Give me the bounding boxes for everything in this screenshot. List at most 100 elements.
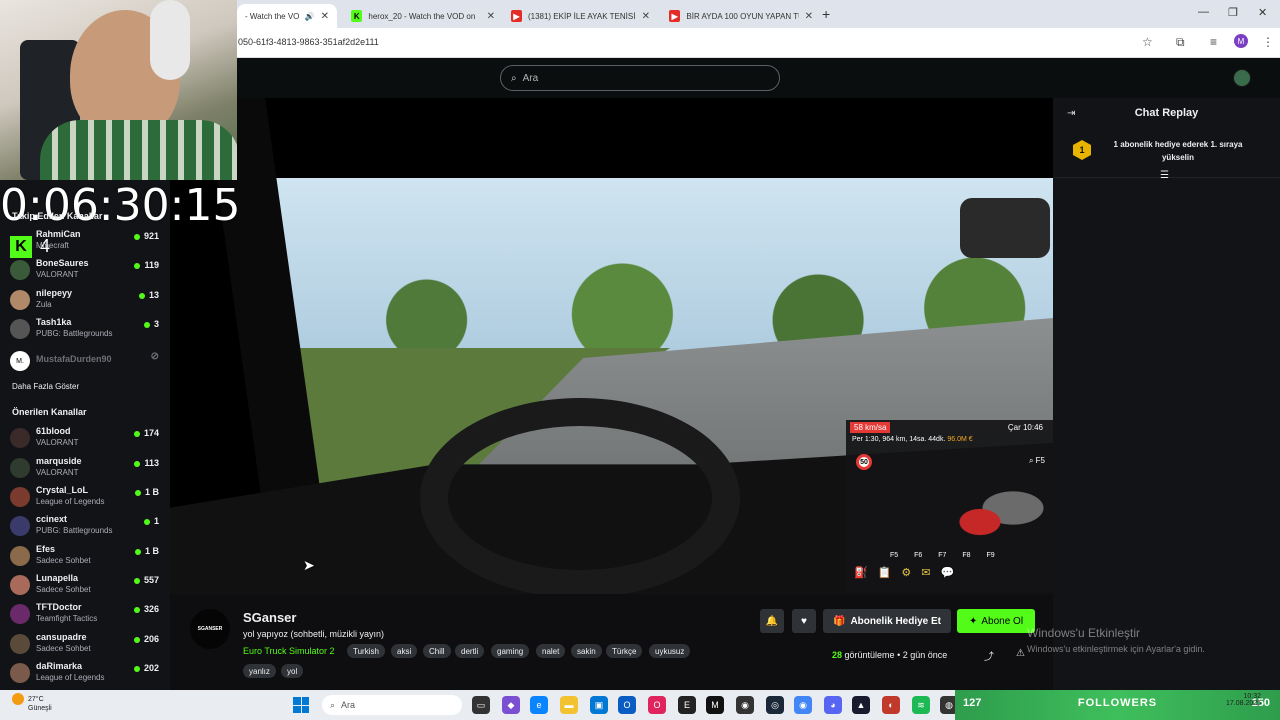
- bookmark-star-icon[interactable]: ☆: [1142, 35, 1153, 49]
- weather-widget[interactable]: 27°C Güneşli: [12, 693, 52, 712]
- more-menu-icon[interactable]: ⋮: [1262, 35, 1274, 49]
- channel-avatar: [10, 516, 30, 536]
- viewer-count: 326: [134, 604, 159, 614]
- opera-icon[interactable]: O: [648, 696, 666, 714]
- sidebar-channel-61blood[interactable]: 61blood VALORANT 174: [10, 426, 165, 454]
- notification-bell-button[interactable]: 🔔: [760, 609, 784, 633]
- browser-tab-herox[interactable]: K herox_20 - Watch the VOD on ✕: [343, 4, 503, 28]
- streamer-avatar[interactable]: SGANSER: [190, 609, 230, 649]
- streamer-name[interactable]: SGanser: [243, 610, 296, 625]
- sidebar-channel-marquside[interactable]: marquside VALORANT 113: [10, 456, 165, 484]
- chrome-icon[interactable]: ◉: [794, 696, 812, 714]
- sidebar-channel-tash1ka[interactable]: Tash1ka PUBG: Battlegrounds 3: [10, 317, 165, 345]
- sidebar-channel-mustafadurden90[interactable]: M. MustafaDurden90 ⊘: [10, 349, 165, 377]
- new-tab-button[interactable]: +: [822, 6, 830, 22]
- channel-name: Tash1ka: [36, 317, 72, 327]
- search-icon: ⌕: [511, 72, 517, 84]
- follow-button[interactable]: ♥: [792, 609, 816, 633]
- sidebar-channel-cansupadre[interactable]: cansupadre Sadece Sohbet 206: [10, 632, 165, 660]
- taskbar-search[interactable]: ⌕ Ara: [322, 695, 462, 715]
- subscribe-button[interactable]: ✦ Abone Ol: [957, 609, 1035, 633]
- show-more-link[interactable]: Daha Fazla Göster: [12, 382, 79, 391]
- media-controls-icon[interactable]: ≡: [1210, 35, 1217, 49]
- tag-pill[interactable]: yol: [281, 664, 304, 678]
- tag-pill[interactable]: nalet: [536, 644, 566, 658]
- channel-name: TFTDoctor: [36, 602, 82, 612]
- sidebar-channel-darimarka[interactable]: daRimarka League of Legends 202: [10, 661, 165, 689]
- category-link[interactable]: Euro Truck Simulator 2: [243, 646, 335, 656]
- mm-app-icon[interactable]: M: [706, 696, 724, 714]
- channel-avatar: [10, 428, 30, 448]
- tag-pill[interactable]: Chill: [423, 644, 451, 658]
- share-icon[interactable]: ⤴: [984, 648, 994, 663]
- browser-tab-kick-vod[interactable]: - Watch the VOD o 🔊 ✕: [237, 4, 337, 28]
- channel-game: League of Legends: [36, 673, 105, 682]
- close-icon[interactable]: ✕: [487, 11, 495, 22]
- outlook-icon[interactable]: O: [618, 696, 636, 714]
- mouse-cursor-icon: ➤: [303, 557, 315, 573]
- channel-avatar: [10, 458, 30, 478]
- sidebar-channel-tftdoctor[interactable]: TFTDoctor Teamfight Tactics 326: [10, 602, 165, 630]
- channel-game: VALORANT: [36, 468, 79, 477]
- epic-games-icon[interactable]: E: [678, 696, 696, 714]
- close-icon[interactable]: ✕: [321, 11, 329, 22]
- sidebar-channel-crystal-lol[interactable]: Crystal_LoL League of Legends 1 B: [10, 485, 165, 513]
- steam-icon[interactable]: ◎: [766, 696, 784, 714]
- store-icon[interactable]: ▣: [590, 696, 608, 714]
- tag-pill[interactable]: dertli: [455, 644, 485, 658]
- extensions-icon[interactable]: ⧉: [1176, 35, 1185, 50]
- edge-icon[interactable]: e: [530, 696, 548, 714]
- hud-route: Per 1:30, 964 km, 14sa. 44dk. 96.0M €: [852, 436, 973, 443]
- tag-pill[interactable]: aksi: [391, 644, 418, 658]
- start-button[interactable]: [293, 697, 309, 713]
- tag-pill[interactable]: sakin: [571, 644, 602, 658]
- tag-pill[interactable]: gaming: [491, 644, 530, 658]
- taskbar-clock[interactable]: 10:32 17.08.2025: [1226, 693, 1261, 707]
- report-icon[interactable]: ⚠: [1016, 648, 1025, 659]
- expand-leaderboard-icon[interactable]: ☰: [1160, 170, 1169, 181]
- discord-icon[interactable]: ◕: [824, 696, 842, 714]
- speaker-icon[interactable]: 🔊: [305, 12, 315, 21]
- sidebar-channel-ccinext[interactable]: ccinext PUBG: Battlegrounds 1: [10, 514, 165, 542]
- close-icon[interactable]: ✕: [642, 11, 650, 22]
- followed-channels-title: Takip Edilen Kanallar: [12, 211, 103, 221]
- maximize-button[interactable]: ❐: [1228, 6, 1238, 19]
- channel-name: ccinext: [36, 514, 68, 524]
- youtube-logo-icon: ▶: [669, 10, 681, 22]
- channel-name: RahmiCan: [36, 229, 81, 239]
- sidebar-channel-efes[interactable]: Efes Sadece Sohbet 1 B: [10, 544, 165, 572]
- copilot-icon[interactable]: ◆: [502, 696, 520, 714]
- url-field[interactable]: 050-61f3-4813-9863-351af2d2e111: [238, 37, 379, 47]
- task-view-icon[interactable]: ▭: [472, 696, 490, 714]
- sidebar-channel-rahmican[interactable]: RahmiCan Minecraft 921: [10, 229, 165, 257]
- spotify-icon[interactable]: ≋: [912, 696, 930, 714]
- sidebar-channel-bonesaures[interactable]: BoneSaures VALORANT 119: [10, 258, 165, 286]
- search-bar[interactable]: ⌕ Ara: [500, 65, 780, 91]
- video-player[interactable]: 58 km/sa Çar 10:46 Per 1:30, 964 km, 14s…: [170, 98, 1053, 594]
- profile-avatar[interactable]: M: [1234, 34, 1248, 48]
- app-icon[interactable]: ▲: [852, 696, 870, 714]
- gift-subscription-button[interactable]: 🎁 Abonelik Hediye Et: [823, 609, 951, 633]
- tag-pill[interactable]: Türkçe: [606, 644, 643, 658]
- browser-tab-youtube-1[interactable]: ▶ (1381) EKİP İLE AYAK TENİSİ 2 - ✕: [503, 4, 658, 28]
- tag-pill[interactable]: uykusuz: [649, 644, 691, 658]
- minimize-button[interactable]: —: [1198, 6, 1209, 18]
- game-app-icon[interactable]: ◉: [736, 696, 754, 714]
- offline-icon: ⊘: [150, 351, 159, 362]
- sidebar-channel-lunapella[interactable]: Lunapella Sadece Sohbet 557: [10, 573, 165, 601]
- youtube-logo-icon: ▶: [511, 10, 522, 22]
- channel-game: PUBG: Battlegrounds: [36, 526, 113, 535]
- viewer-count: 13: [139, 290, 159, 300]
- tab-title: BİR AYDA 100 OYUN YAPAN TÜ: [686, 11, 799, 21]
- close-window-button[interactable]: ✕: [1258, 6, 1267, 19]
- user-avatar[interactable]: [1233, 69, 1251, 87]
- sidebar-channel-nilepeyy[interactable]: nilepeyy Zula 13: [10, 288, 165, 316]
- tag-pill[interactable]: yanlız: [243, 664, 276, 678]
- close-icon[interactable]: ✕: [805, 11, 813, 22]
- app-icon-red[interactable]: ◐: [882, 696, 900, 714]
- browser-tab-youtube-2[interactable]: ▶ BİR AYDA 100 OYUN YAPAN TÜ ✕: [661, 4, 821, 28]
- clock-time: 10:32: [1243, 693, 1262, 700]
- tag-pill[interactable]: Turkish: [347, 644, 385, 658]
- file-explorer-icon[interactable]: ▬: [560, 696, 578, 714]
- viewer-count: 1 B: [135, 546, 159, 556]
